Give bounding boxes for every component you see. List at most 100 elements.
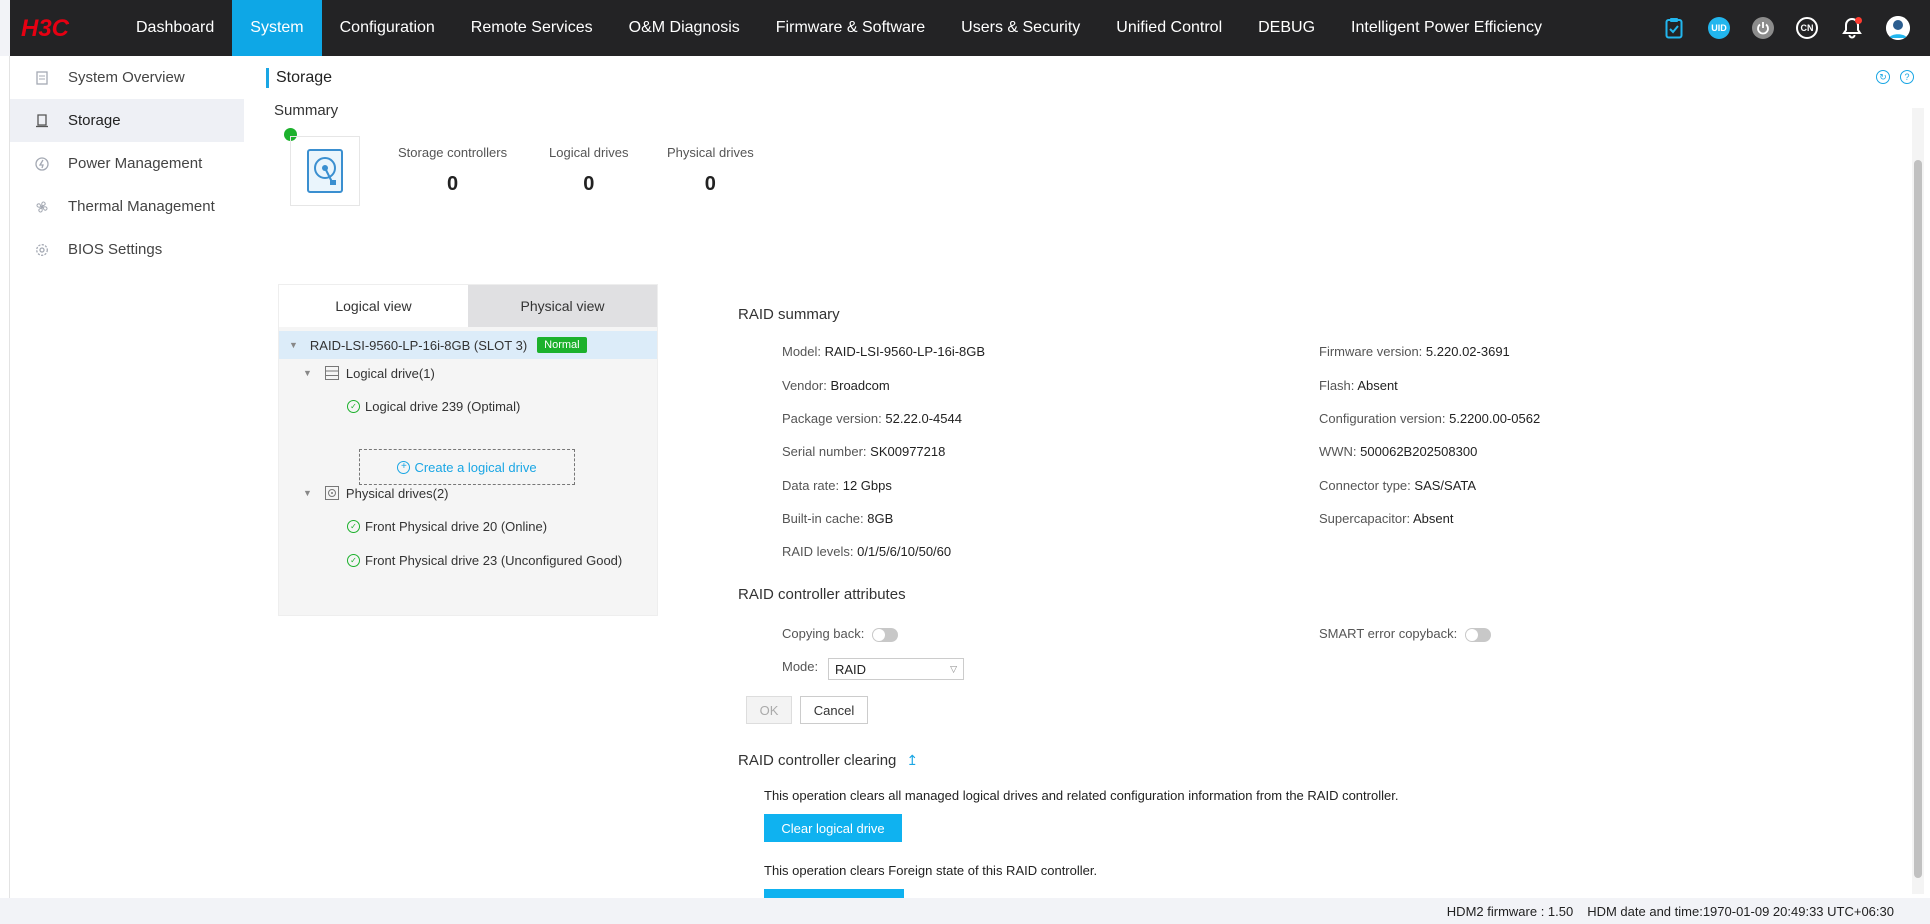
header-actions: ↻ ? (1876, 70, 1914, 84)
kv-value: Absent (1412, 511, 1454, 526)
copying-back-toggle[interactable] (872, 627, 899, 642)
kv-value: Broadcom (830, 378, 890, 393)
user-avatar-icon[interactable] (1886, 16, 1910, 40)
cancel-button[interactable]: Cancel (800, 696, 868, 724)
chevron-down-icon[interactable]: ▼ (303, 368, 312, 378)
tree-node-physical-drive-20[interactable]: ✓ Front Physical drive 20 (Online) (347, 519, 547, 534)
nav-configuration[interactable]: Configuration (322, 0, 453, 56)
tree-node-label: Logical drive(1) (345, 365, 435, 381)
clear-foreign-state-note: This operation clears Foreign state of t… (764, 863, 1098, 878)
sidebar-item-power-management[interactable]: Power Management (10, 142, 244, 185)
status-badge: Normal (537, 337, 587, 353)
smart-error-copyback-setting: SMART error copyback: (1319, 626, 1491, 642)
tree-node-label: Front Physical drive 20 (Online) (365, 519, 548, 534)
help-icon[interactable]: ? (1900, 70, 1914, 84)
firmware-version-text: HDM2 firmware : 1.50 (1446, 903, 1574, 919)
nav-remote-services[interactable]: Remote Services (453, 0, 611, 56)
sidebar-item-thermal-management[interactable]: Thermal Management (10, 185, 244, 228)
raid-clearing-title-text: RAID controller clearing (738, 752, 897, 769)
refresh-icon[interactable]: ↻ (1876, 70, 1890, 84)
main-content: Storage ↻ ? Summary Storage controllers … (244, 56, 1930, 898)
sidebar-item-label: BIOS Settings (68, 241, 163, 258)
stat-label: Storage controllers (398, 145, 508, 160)
stat-storage-controllers: Storage controllers 0 (398, 145, 507, 196)
kv-value: 52.22.0-4544 (885, 411, 962, 426)
logical-drive-group-icon (324, 366, 339, 380)
uid-icon[interactable]: UID (1708, 17, 1730, 39)
kv-label: Package version: (782, 411, 882, 426)
sidebar-item-system-overview[interactable]: System Overview (10, 56, 244, 99)
kv-value: 5.2200.00-0562 (1449, 411, 1541, 426)
sidebar-item-label: Thermal Management (68, 198, 215, 215)
nav-users-security[interactable]: Users & Security (943, 0, 1098, 56)
clear-logical-drive-note: This operation clears all managed logica… (764, 788, 1399, 803)
kv-value: 0/1/5/6/10/50/60 (857, 544, 952, 559)
tree-node-logical-drive-239[interactable]: ✓ Logical drive 239 (Optimal) (347, 399, 520, 414)
kv-value: 12 Gbps (842, 478, 892, 493)
h3c-logo-mark: H3C (21, 15, 70, 41)
tree-node-label: Logical drive 239 (Optimal) (365, 399, 521, 414)
tree-node-logical-drives[interactable]: ▼ Logical drive(1) (303, 365, 435, 381)
chevron-down-icon[interactable]: ▼ (303, 488, 312, 498)
tab-physical-view[interactable]: Physical view (468, 285, 657, 327)
stat-value: 0 (583, 173, 595, 195)
physical-drive-group-icon (324, 486, 339, 500)
clear-foreign-state-button[interactable]: Clear foreign state (764, 889, 904, 898)
kv-value: 8GB (867, 511, 894, 526)
kv-label: Vendor: (782, 378, 827, 393)
nav-intelligent-power-efficiency[interactable]: Intelligent Power Efficiency (1333, 0, 1560, 56)
stat-label: Logical drives (549, 145, 629, 160)
status-footer: HDM2 firmware : 1.50 HDM date and time:1… (0, 898, 1930, 924)
create-logical-drive-button[interactable]: + Create a logical drive (359, 449, 575, 485)
nav-dashboard[interactable]: Dashboard (118, 0, 232, 56)
kv-value: 5.220.02-3691 (1425, 344, 1510, 359)
svg-text:H3C: H3C (21, 15, 70, 41)
nav-firmware-software[interactable]: Firmware & Software (758, 0, 943, 56)
language-icon[interactable]: CN (1796, 17, 1818, 39)
raid-serial-number: Serial number: SK00977218 (782, 444, 945, 459)
power-icon[interactable] (1752, 17, 1774, 39)
kv-label: Model: (782, 344, 822, 359)
scrollbar-thumb[interactable] (1914, 160, 1922, 878)
clipboard-icon[interactable] (1662, 16, 1686, 40)
mode-label: Mode: (782, 659, 819, 674)
mode-select[interactable]: RAID ▽ (828, 658, 964, 680)
tab-logical-view[interactable]: Logical view (279, 285, 468, 327)
ok-button[interactable]: OK (746, 696, 792, 724)
bell-icon[interactable] (1840, 16, 1864, 40)
copying-back-setting: Copying back: (782, 626, 899, 642)
arrow-up-icon[interactable]: ↥ (906, 752, 918, 769)
tree-node-physical-drive-23[interactable]: ✓ Front Physical drive 23 (Unconfigured … (347, 553, 622, 568)
clear-logical-drive-button[interactable]: Clear logical drive (764, 814, 902, 842)
tree-node-controller[interactable]: ▼ RAID-LSI-9560-LP-16i-8GB (SLOT 3) Norm… (279, 331, 657, 359)
power-management-icon (34, 156, 50, 172)
chevron-down-icon[interactable]: ▼ (289, 340, 298, 350)
h3c-logo[interactable]: H3C (10, 0, 118, 56)
tree-node-physical-drives[interactable]: ▼ Physical drives(2) (303, 485, 449, 501)
kv-label: Supercapacitor: (1319, 511, 1411, 526)
sidebar-item-bios-settings[interactable]: BIOS Settings (10, 228, 244, 271)
kv-label: Copying back: (782, 626, 865, 641)
top-icon-group: UID CN (1662, 0, 1930, 56)
sidebar-item-label: Storage (68, 112, 121, 129)
smart-error-copyback-toggle[interactable] (1464, 627, 1491, 642)
summary-title: Summary (274, 102, 339, 119)
plus-circle-icon: + (397, 460, 411, 474)
raid-clearing-title: RAID controller clearing ↥ (738, 752, 918, 769)
nav-unified-control[interactable]: Unified Control (1098, 0, 1240, 56)
kv-value: SK00977218 (870, 444, 946, 459)
kv-label: Firmware version: (1319, 344, 1423, 359)
kv-value: RAID-LSI-9560-LP-16i-8GB (824, 344, 986, 359)
gear-icon (34, 242, 50, 258)
sidebar-item-storage[interactable]: Storage (10, 99, 244, 142)
nav-debug[interactable]: DEBUG (1240, 0, 1333, 56)
mode-select-value: RAID (835, 661, 867, 677)
raid-summary-title: RAID summary (738, 306, 840, 323)
page-title: Storage (266, 68, 332, 88)
kv-label: Configuration version: (1319, 411, 1446, 426)
nav-system[interactable]: System (232, 0, 322, 56)
vertical-scrollbar[interactable] (1912, 108, 1924, 894)
nav-om-diagnosis[interactable]: O&M Diagnosis (611, 0, 758, 56)
create-logical-drive-label: Create a logical drive (414, 459, 537, 475)
sidebar-item-label: Power Management (68, 155, 203, 172)
